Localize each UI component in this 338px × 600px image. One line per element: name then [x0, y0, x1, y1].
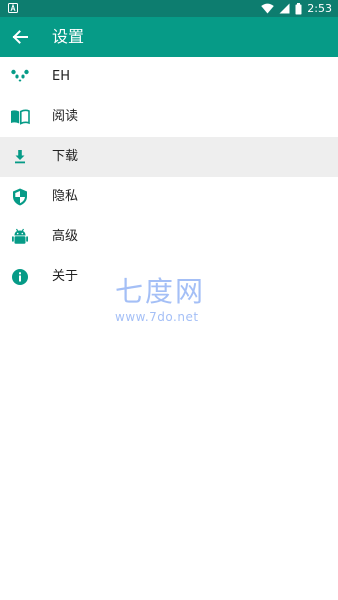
app-bar: 设置	[0, 17, 338, 57]
settings-item-label: 高级	[52, 229, 79, 244]
settings-item-label: 隐私	[52, 189, 79, 204]
settings-item-privacy[interactable]: 隐私	[0, 177, 338, 217]
info-icon	[12, 269, 28, 285]
page-title: 设置	[52, 27, 85, 46]
settings-item-label: EH	[52, 69, 70, 84]
settings-list: EH 阅读 下载 隐私 高级 关于	[0, 57, 338, 297]
notification-icon	[8, 3, 18, 13]
battery-icon	[295, 2, 302, 14]
settings-item-about[interactable]: 关于	[0, 257, 338, 297]
signal-icon	[279, 3, 290, 14]
settings-item-download[interactable]: 下载	[0, 137, 338, 177]
settings-item-label: 下载	[52, 149, 79, 164]
back-button[interactable]	[8, 25, 32, 49]
download-icon	[15, 150, 25, 164]
android-icon	[12, 228, 28, 244]
book-icon	[11, 109, 30, 125]
watermark-url: www.7do.net	[115, 310, 199, 324]
panda-icon	[11, 69, 29, 82]
status-bar: 2:53	[0, 0, 338, 17]
settings-item-eh[interactable]: EH	[0, 57, 338, 97]
wifi-icon	[261, 3, 275, 14]
settings-item-advanced[interactable]: 高级	[0, 217, 338, 257]
settings-item-label: 关于	[52, 269, 79, 284]
settings-item-label: 阅读	[52, 109, 79, 124]
arrow-back-icon	[12, 30, 28, 44]
settings-item-reading[interactable]: 阅读	[0, 97, 338, 137]
shield-icon	[13, 188, 27, 206]
status-time: 2:53	[307, 2, 332, 15]
